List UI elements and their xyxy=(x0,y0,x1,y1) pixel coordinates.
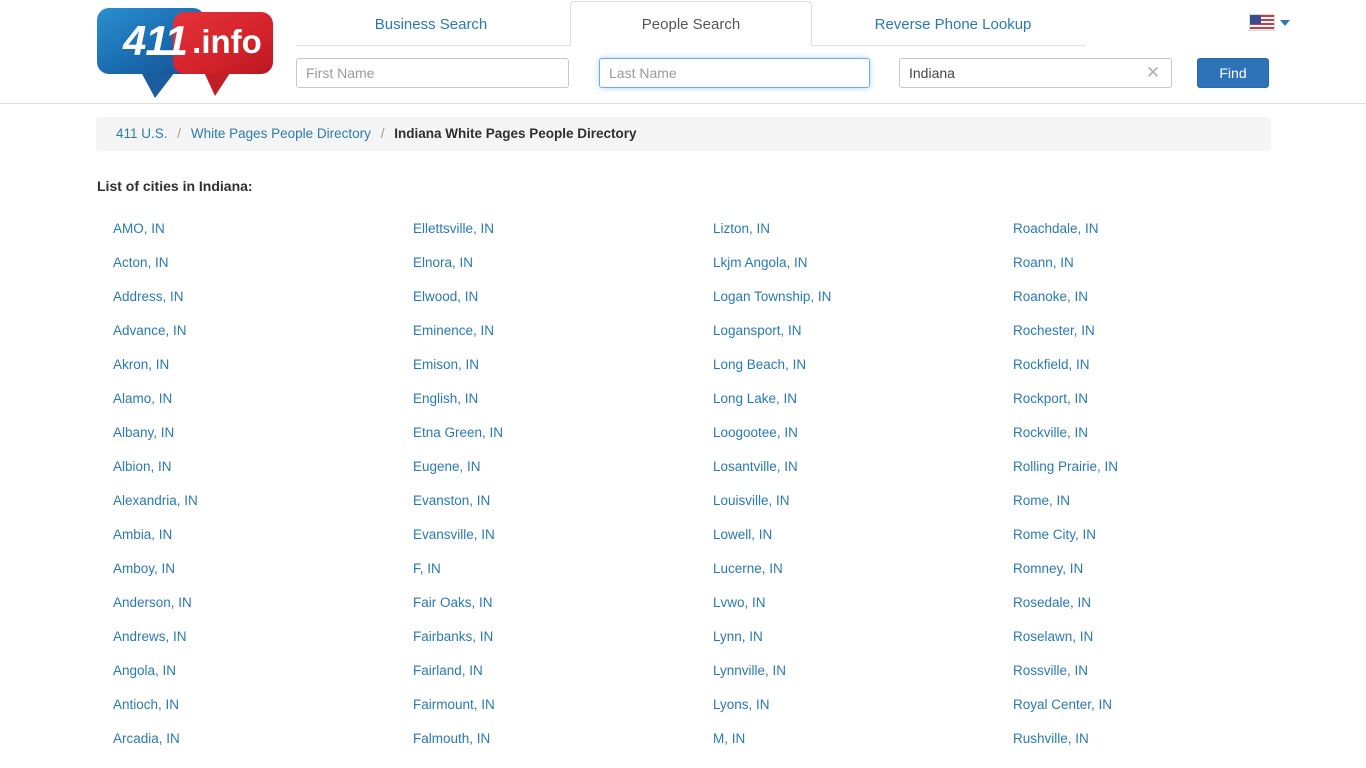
city-link[interactable]: Albany, IN xyxy=(97,422,397,456)
city-link[interactable]: Rossville, IN xyxy=(997,660,1297,694)
close-icon[interactable]: ✕ xyxy=(1144,64,1162,82)
city-link[interactable]: Lyons, IN xyxy=(697,694,997,728)
city-link[interactable]: Lucerne, IN xyxy=(697,558,997,592)
city-link[interactable]: Eugene, IN xyxy=(397,456,697,490)
breadcrumb-item-current: Indiana White Pages People Directory xyxy=(394,126,637,141)
city-link[interactable]: Andrews, IN xyxy=(97,626,397,660)
site-header: 411 .info Business Search People Search … xyxy=(0,0,1366,104)
site-logo[interactable]: 411 .info xyxy=(97,8,273,98)
city-link[interactable]: English, IN xyxy=(397,388,697,422)
us-flag-icon xyxy=(1249,14,1275,31)
city-link[interactable]: Rome City, IN xyxy=(997,524,1297,558)
city-link[interactable]: Lizton, IN xyxy=(697,218,997,252)
city-list: AMO, IN Acton, IN Address, IN Advance, IN Ak… xyxy=(97,218,1317,762)
city-link[interactable]: Romney, IN xyxy=(997,558,1297,592)
city-link[interactable]: Advance, IN xyxy=(97,320,397,354)
city-link[interactable]: Angola, IN xyxy=(97,660,397,694)
city-link[interactable]: Roachdale, IN xyxy=(997,218,1297,252)
city-link[interactable]: Long Lake, IN xyxy=(697,388,997,422)
city-link[interactable]: Rockville, IN xyxy=(997,422,1297,456)
breadcrumb-separator: / xyxy=(380,126,385,141)
city-link[interactable]: Rochester, IN xyxy=(997,320,1297,354)
city-link[interactable]: Acton, IN xyxy=(97,252,397,286)
city-link[interactable]: Evansville, IN xyxy=(397,524,697,558)
city-link[interactable]: Rosedale, IN xyxy=(997,592,1297,626)
tab-people-search[interactable]: People Search xyxy=(570,1,812,46)
city-link[interactable]: Royal Center, IN xyxy=(997,694,1297,728)
city-link[interactable]: Lynnville, IN xyxy=(697,660,997,694)
city-link[interactable]: Falmouth, IN xyxy=(397,728,697,762)
breadcrumb-separator: / xyxy=(177,126,182,141)
city-link[interactable]: Fairmount, IN xyxy=(397,694,697,728)
city-link[interactable]: Rockfield, IN xyxy=(997,354,1297,388)
country-selector[interactable] xyxy=(1249,14,1290,31)
city-link[interactable]: Louisville, IN xyxy=(697,490,997,524)
city-link[interactable]: Long Beach, IN xyxy=(697,354,997,388)
logo-blue-tail xyxy=(141,72,175,98)
page-title: List of cities in Indiana: xyxy=(97,178,253,194)
city-link[interactable]: Fairbanks, IN xyxy=(397,626,697,660)
city-link[interactable]: Ellettsville, IN xyxy=(397,218,697,252)
chevron-down-icon xyxy=(1280,19,1290,26)
city-link[interactable]: Roann, IN xyxy=(997,252,1297,286)
logo-info-text: .info xyxy=(192,23,262,60)
city-link[interactable]: Losantville, IN xyxy=(697,456,997,490)
city-link[interactable]: Eminence, IN xyxy=(397,320,697,354)
city-link[interactable]: Etna Green, IN xyxy=(397,422,697,456)
city-link[interactable]: Elnora, IN xyxy=(397,252,697,286)
city-link[interactable]: Rolling Prairie, IN xyxy=(997,456,1297,490)
city-link[interactable]: Albion, IN xyxy=(97,456,397,490)
city-link[interactable]: Fair Oaks, IN xyxy=(397,592,697,626)
breadcrumb-item-directory[interactable]: White Pages People Directory xyxy=(191,126,371,141)
location-input[interactable] xyxy=(899,58,1172,88)
city-link[interactable]: Akron, IN xyxy=(97,354,397,388)
city-link[interactable]: Loogootee, IN xyxy=(697,422,997,456)
city-link[interactable]: Alexandria, IN xyxy=(97,490,397,524)
city-link[interactable]: Elwood, IN xyxy=(397,286,697,320)
breadcrumb: 411 U.S. / White Pages People Directory … xyxy=(96,117,1271,151)
breadcrumb-item-home[interactable]: 411 U.S. xyxy=(116,126,168,141)
city-link[interactable]: F, IN xyxy=(397,558,697,592)
city-column-4: Roachdale, IN Roann, IN Roanoke, IN Rochest… xyxy=(997,218,1297,762)
tab-business-search[interactable]: Business Search xyxy=(296,1,566,46)
city-link[interactable]: Evanston, IN xyxy=(397,490,697,524)
city-link[interactable]: Emison, IN xyxy=(397,354,697,388)
city-link[interactable]: Roanoke, IN xyxy=(997,286,1297,320)
city-link[interactable]: AMO, IN xyxy=(97,218,397,252)
city-link[interactable]: Antioch, IN xyxy=(97,694,397,728)
city-link[interactable]: Logan Township, IN xyxy=(697,286,997,320)
city-column-1: AMO, IN Acton, IN Address, IN Advance, IN Ak… xyxy=(97,218,397,762)
last-name-input[interactable] xyxy=(599,58,870,88)
city-link[interactable]: Rushville, IN xyxy=(997,728,1297,762)
first-name-input[interactable] xyxy=(296,58,569,88)
city-link[interactable]: Alamo, IN xyxy=(97,388,397,422)
city-link[interactable]: Lynn, IN xyxy=(697,626,997,660)
city-link[interactable]: Rome, IN xyxy=(997,490,1297,524)
tab-reverse-phone-lookup[interactable]: Reverse Phone Lookup xyxy=(820,1,1086,46)
city-link[interactable]: Roselawn, IN xyxy=(997,626,1297,660)
city-column-2: Ellettsville, IN Elnora, IN Elwood, IN Emin… xyxy=(397,218,697,762)
city-link[interactable]: Logansport, IN xyxy=(697,320,997,354)
city-link[interactable]: Fairland, IN xyxy=(397,660,697,694)
find-button[interactable]: Find xyxy=(1197,58,1269,88)
city-link[interactable]: Lkjm Angola, IN xyxy=(697,252,997,286)
city-column-3: Lizton, IN Lkjm Angola, IN Logan Township,… xyxy=(697,218,997,762)
city-link[interactable]: Amboy, IN xyxy=(97,558,397,592)
city-link[interactable]: Lvwo, IN xyxy=(697,592,997,626)
city-link[interactable]: Anderson, IN xyxy=(97,592,397,626)
search-tabs: Business Search People Search Reverse Ph… xyxy=(296,0,1086,46)
city-link[interactable]: Arcadia, IN xyxy=(97,728,397,762)
city-link[interactable]: Ambia, IN xyxy=(97,524,397,558)
city-link[interactable]: Address, IN xyxy=(97,286,397,320)
city-link[interactable]: M, IN xyxy=(697,728,997,762)
city-link[interactable]: Lowell, IN xyxy=(697,524,997,558)
city-link[interactable]: Rockport, IN xyxy=(997,388,1297,422)
